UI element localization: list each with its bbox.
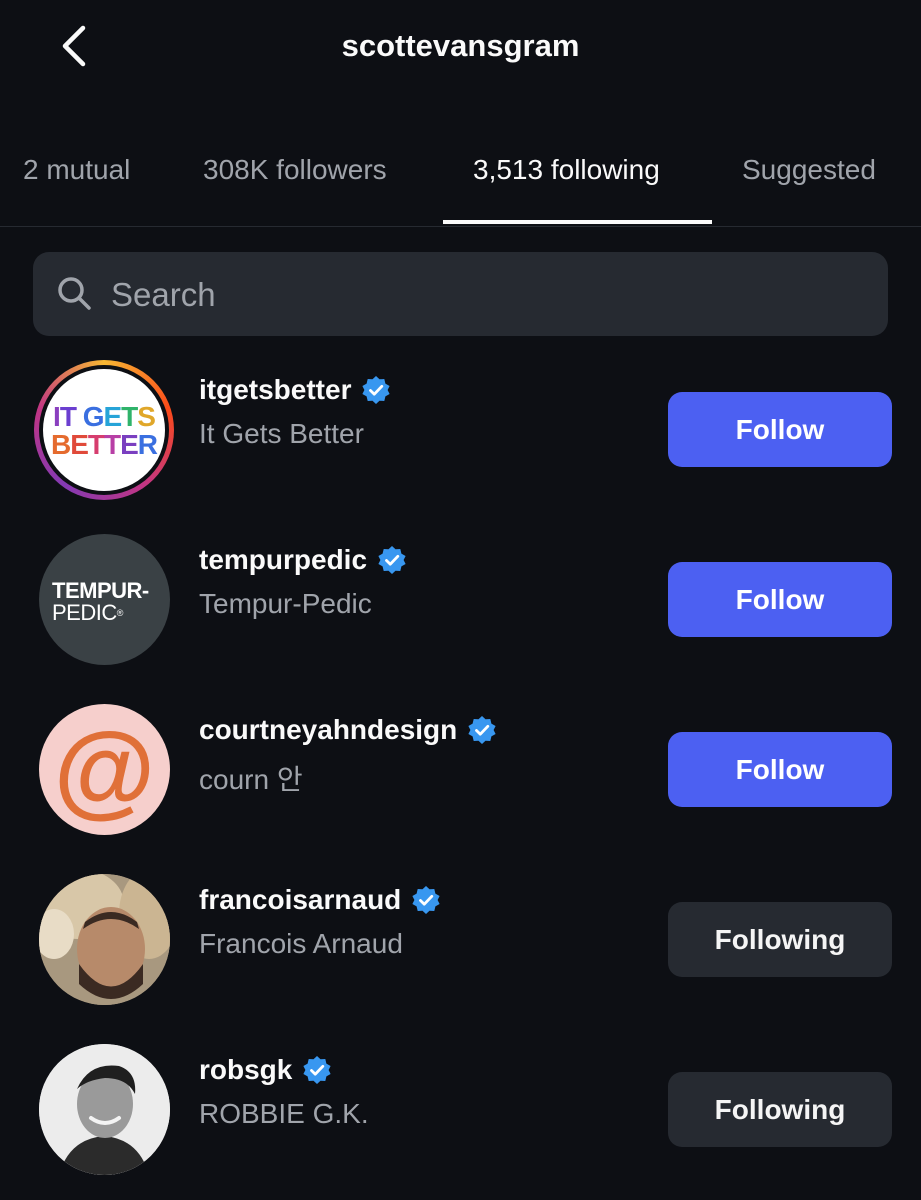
at-sign-logo: @ [53, 711, 156, 828]
profile-photo [39, 874, 170, 1005]
username[interactable]: francoisarnaud [199, 884, 401, 916]
list-item[interactable]: robsgk ROBBIE G.K. Following [0, 1026, 921, 1196]
search-icon [58, 277, 91, 310]
avatar[interactable]: TEMPUR- PEDIC® [39, 534, 170, 665]
avatar[interactable] [39, 1044, 170, 1175]
search-bar[interactable] [33, 252, 888, 338]
tab-bar: 2 mutual 308K followers 3,513 following … [0, 140, 921, 227]
following-button[interactable]: Following [668, 902, 892, 977]
page-title: scottevansgram [341, 28, 580, 63]
full-name: Francois Arnaud [199, 928, 403, 959]
list-item[interactable]: IT GETS BETTER itgetsbetter It Gets Bett… [0, 346, 921, 516]
active-tab-indicator [443, 220, 712, 224]
follow-button[interactable]: Follow [668, 732, 892, 807]
username[interactable]: courtneyahndesign [199, 714, 457, 746]
tab-followers[interactable]: 308K followers [203, 154, 387, 186]
follow-button[interactable]: Follow [668, 392, 892, 467]
username[interactable]: tempurpedic [199, 544, 367, 576]
tab-suggested[interactable]: Suggested [742, 154, 876, 186]
full-name: Tempur-Pedic [199, 588, 372, 619]
tab-following[interactable]: 3,513 following [473, 154, 660, 186]
avatar[interactable]: IT GETS BETTER [34, 360, 174, 500]
username[interactable]: itgetsbetter [199, 374, 351, 406]
full-name: courn 안 [199, 764, 303, 795]
verified-badge-icon [303, 1056, 331, 1084]
full-name: ROBBIE G.K. [199, 1098, 369, 1129]
avatar[interactable]: @ [39, 704, 170, 835]
list-item[interactable]: @ courtneyahndesign courn 안 Follow [0, 686, 921, 856]
full-name: It Gets Better [199, 418, 364, 449]
following-button[interactable]: Following [668, 1072, 892, 1147]
username[interactable]: robsgk [199, 1054, 292, 1086]
search-input[interactable] [109, 252, 853, 338]
header: scottevansgram [0, 0, 921, 100]
verified-badge-icon [468, 716, 496, 744]
verified-badge-icon [378, 546, 406, 574]
verified-badge-icon [412, 886, 440, 914]
tab-mutual[interactable]: 2 mutual [23, 154, 130, 186]
profile-photo [39, 1044, 170, 1175]
list-item[interactable]: TEMPUR- PEDIC® tempurpedic Tempur-Pedic … [0, 516, 921, 686]
follow-button[interactable]: Follow [668, 562, 892, 637]
verified-badge-icon [362, 376, 391, 404]
list-item[interactable]: francoisarnaud Francois Arnaud Following [0, 856, 921, 1026]
avatar[interactable] [39, 874, 170, 1005]
